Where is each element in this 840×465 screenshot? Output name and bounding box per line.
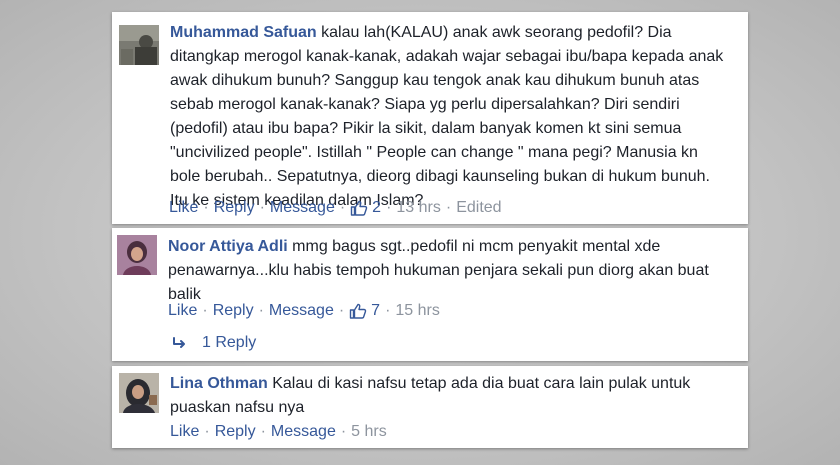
separator: · [202, 302, 208, 319]
thumbs-up-icon [350, 200, 368, 216]
comment-author[interactable]: Lina Othman [170, 375, 268, 392]
comment-actions: Like · Reply · Message · 5 hrs [170, 423, 387, 441]
like-count[interactable]: 7 [349, 302, 380, 320]
replies-count-label[interactable]: 1 Reply [202, 334, 256, 352]
like-link[interactable]: Like [168, 302, 197, 320]
edited-label[interactable]: Edited [456, 199, 501, 217]
view-replies-link[interactable]: 1 Reply [172, 334, 256, 352]
comment-card: Noor Attiya Adli mmg bagus sgt..pedofil … [112, 228, 748, 361]
reply-arrow-icon [173, 337, 185, 348]
separator: · [203, 199, 209, 216]
comment-actions: Like · Reply · Message · 2 · 13 hrs · Ed… [169, 199, 502, 217]
comment-actions: Like · Reply · Message · 7 · 15 hrs [168, 302, 440, 320]
separator: · [258, 302, 264, 319]
comment-card: Muhammad Safuan kalau lah(KALAU) anak aw… [112, 12, 748, 224]
separator: · [338, 302, 345, 319]
avatar[interactable] [119, 373, 159, 413]
separator: · [259, 199, 265, 216]
like-count[interactable]: 2 [350, 199, 381, 217]
separator: · [339, 199, 346, 216]
timestamp[interactable]: 13 hrs [396, 199, 440, 217]
avatar[interactable] [119, 25, 159, 65]
timestamp[interactable]: 5 hrs [351, 423, 387, 441]
reply-link[interactable]: Reply [214, 199, 255, 217]
message-link[interactable]: Message [271, 423, 336, 441]
comment-author[interactable]: Noor Attiya Adli [168, 238, 288, 255]
reply-link[interactable]: Reply [215, 423, 256, 441]
separator: · [386, 199, 392, 216]
thumbs-up-icon [349, 303, 367, 319]
separator: · [445, 199, 452, 216]
avatar[interactable] [117, 235, 157, 275]
like-link[interactable]: Like [169, 199, 198, 217]
separator: · [385, 302, 391, 319]
message-link[interactable]: Message [270, 199, 335, 217]
comment-text: kalau lah(KALAU) anak awk seorang pedofi… [170, 24, 724, 209]
separator: · [260, 423, 266, 440]
reply-link[interactable]: Reply [213, 302, 254, 320]
comment-card: Lina Othman Kalau di kasi nafsu tetap ad… [112, 366, 748, 448]
separator: · [340, 423, 347, 440]
comment-author[interactable]: Muhammad Safuan [170, 24, 317, 41]
like-link[interactable]: Like [170, 423, 199, 441]
message-link[interactable]: Message [269, 302, 334, 320]
timestamp[interactable]: 15 hrs [395, 302, 439, 320]
like-count-value: 2 [372, 199, 382, 216]
separator: · [204, 423, 210, 440]
like-count-value: 7 [371, 302, 381, 319]
